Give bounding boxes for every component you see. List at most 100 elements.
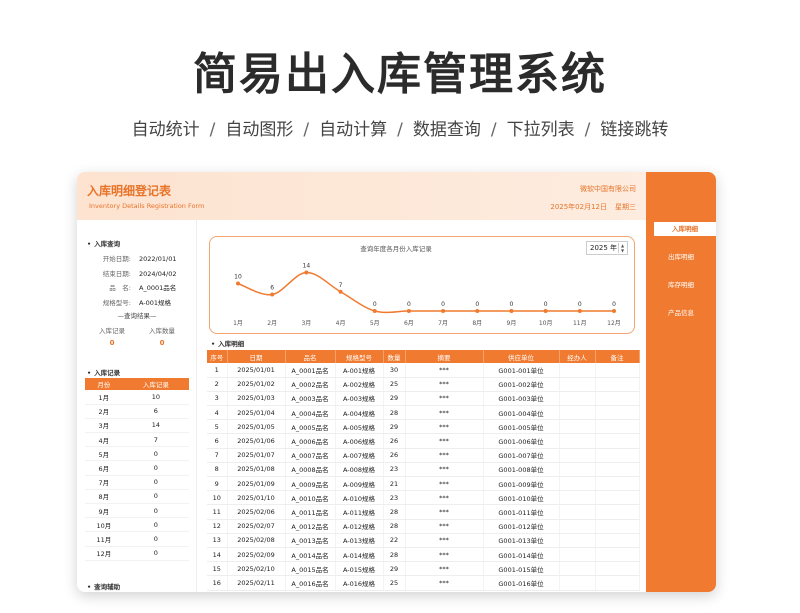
table-cell: 2025/02/08 bbox=[227, 533, 286, 548]
feature-item: 链接跳转 bbox=[600, 120, 669, 140]
table-row: 12 2025/02/07 A_0012品名 A-012规格 28 *** G001-012… bbox=[207, 519, 640, 534]
table-cell: *** bbox=[405, 519, 484, 534]
x-tick-label: 5月 bbox=[370, 320, 380, 327]
col-header: 经办人 bbox=[559, 350, 596, 363]
table-row: 5 2025/01/05 A_0005品名 A-005规格 29 *** G001-005单… bbox=[207, 419, 640, 435]
data-label: 0 bbox=[510, 301, 514, 308]
date-display: 2025年02月12日 星期三 bbox=[550, 202, 636, 212]
table-row: 3 2025/01/03 A_0003品名 A-003规格 29 *** G001-003单… bbox=[207, 391, 640, 407]
table-cell: G001-001单位 bbox=[483, 363, 560, 378]
x-tick-label: 2月 bbox=[267, 320, 277, 327]
feature-item: 自动统计 bbox=[131, 120, 200, 140]
spin-arrows-icon[interactable]: ▲ ▼ bbox=[618, 243, 626, 253]
query-field-label: 开始日期: bbox=[102, 255, 131, 263]
table-cell: 14 bbox=[207, 547, 228, 563]
query-field-value[interactable]: A_0001品名 bbox=[139, 282, 176, 292]
table-row: 8 2025/01/08 A_0008品名 A-008规格 23 *** G001-008单… bbox=[207, 462, 640, 478]
table-cell: A_0002品名 bbox=[285, 377, 336, 392]
page-subtitle: Inventory Details Registration Form bbox=[89, 202, 205, 210]
table-cell: A_0009品名 bbox=[285, 476, 336, 492]
data-label: 0 bbox=[544, 301, 548, 308]
table-cell bbox=[559, 391, 596, 407]
data-label: 0 bbox=[441, 301, 445, 308]
table-cell: 2025/01/10 bbox=[227, 490, 286, 506]
table-cell: 28 bbox=[383, 547, 406, 563]
table-cell bbox=[595, 462, 640, 478]
table-row: 7月 0 bbox=[85, 475, 189, 490]
table-cell: A-016规格 bbox=[335, 575, 384, 591]
table-cell: G001-004单位 bbox=[483, 405, 560, 421]
table-cell: 11 bbox=[207, 504, 228, 520]
aux-section-title: 查询辅助 bbox=[87, 581, 120, 591]
table-cell: 2月 bbox=[85, 404, 123, 419]
table-row: 5月 0 bbox=[85, 446, 189, 462]
table-cell: 7 bbox=[207, 448, 228, 463]
table-cell bbox=[559, 561, 596, 577]
table-row: 11 2025/02/06 A_0011品名 A-011规格 28 *** G001-011… bbox=[207, 504, 640, 520]
data-point bbox=[338, 289, 343, 294]
col-header: 品名 bbox=[285, 350, 336, 363]
app-window: 入库明细登记表 Inventory Details Registration F… bbox=[77, 172, 716, 592]
table-cell: 7 bbox=[122, 432, 189, 448]
table-cell: G001-015单位 bbox=[483, 561, 560, 577]
query-field-value[interactable]: A-001规格 bbox=[139, 297, 171, 307]
table-cell: 10月 bbox=[85, 517, 123, 533]
table-cell: A_0015品名 bbox=[285, 561, 336, 577]
query-field-value[interactable]: 2022/01/01 bbox=[139, 255, 176, 263]
table-cell: G001-003单位 bbox=[483, 391, 560, 407]
table-cell: A_0007品名 bbox=[285, 448, 336, 463]
table-cell: A_0013品名 bbox=[285, 533, 336, 548]
table-cell: *** bbox=[405, 561, 484, 577]
table-cell: 12 bbox=[207, 519, 228, 534]
data-label: 14 bbox=[303, 263, 311, 270]
year-value: 2025 年 bbox=[590, 244, 618, 252]
right-nav: 入库明细出库明细库存明细产品信息 bbox=[646, 172, 716, 592]
x-tick-label: 12月 bbox=[607, 320, 621, 327]
table-cell bbox=[559, 419, 596, 435]
chart-panel: 查询年度各月份入库记录 2025 年 ▲ ▼ 10 1月 6 2月 14 3月 7 4月 0 5月 0… bbox=[209, 236, 635, 334]
table-cell: 1月 bbox=[85, 390, 123, 405]
table-cell: A_0010品名 bbox=[285, 490, 336, 506]
feature-list: 自动统计 / 自动图形 / 自动计算 / 数据查询 / 下拉列表 / 链接跳转 bbox=[0, 115, 800, 140]
table-row: 4月 7 bbox=[85, 432, 189, 448]
nav-item-4[interactable]: 产品信息 bbox=[654, 306, 708, 320]
table-cell bbox=[559, 462, 596, 478]
table-cell: A-012规格 bbox=[335, 519, 384, 534]
table-cell: 2025/01/09 bbox=[227, 476, 286, 492]
table-cell: *** bbox=[405, 547, 484, 563]
data-point bbox=[612, 309, 616, 313]
query-field-value[interactable]: 2024/04/02 bbox=[139, 270, 176, 278]
col-header: 月份 bbox=[85, 378, 123, 390]
table-cell: 5 bbox=[207, 419, 228, 435]
current-weekday: 星期三 bbox=[615, 203, 636, 211]
query-result-title: —查询结果— bbox=[117, 312, 157, 320]
feature-separator: / bbox=[209, 120, 216, 140]
nav-item-2[interactable]: 出库明细 bbox=[654, 250, 708, 264]
nav-item-1[interactable]: 入库明细 bbox=[654, 222, 716, 236]
table-cell bbox=[559, 533, 596, 548]
table-cell: 28 bbox=[383, 504, 406, 520]
current-date: 2025年02月12日 bbox=[550, 203, 607, 211]
table-cell: 3 bbox=[207, 391, 228, 407]
table-cell bbox=[559, 519, 596, 534]
table-cell: A-006规格 bbox=[335, 433, 384, 449]
col-header: 入库记录 bbox=[122, 378, 189, 390]
year-spinner[interactable]: 2025 年 ▲ ▼ bbox=[586, 241, 628, 255]
table-cell: 2025/02/09 bbox=[227, 547, 286, 563]
query-field-row: 开始日期: 2022/01/01 bbox=[91, 253, 191, 263]
table-cell: 29 bbox=[383, 391, 406, 407]
table-row: 8月 0 bbox=[85, 489, 189, 505]
table-cell: 23 bbox=[383, 490, 406, 506]
table-cell: 15 bbox=[207, 561, 228, 577]
table-cell: A-014规格 bbox=[335, 547, 384, 563]
table-cell bbox=[595, 547, 640, 563]
table-cell: 2025/02/11 bbox=[227, 575, 286, 591]
table-cell bbox=[559, 476, 596, 492]
nav-item-3[interactable]: 库存明细 bbox=[654, 278, 708, 292]
monthly-records-table: 月份 入库记录 1月 10 2月 6 3月 14 4月 7 5月 0 6月 0 7月 0 8月 0 9月 0 10月… bbox=[85, 378, 189, 561]
feature-item: 自动计算 bbox=[319, 120, 388, 140]
table-cell bbox=[559, 547, 596, 563]
x-tick-label: 10月 bbox=[539, 320, 553, 327]
data-point bbox=[441, 309, 446, 313]
table-cell: 4月 bbox=[85, 432, 123, 448]
